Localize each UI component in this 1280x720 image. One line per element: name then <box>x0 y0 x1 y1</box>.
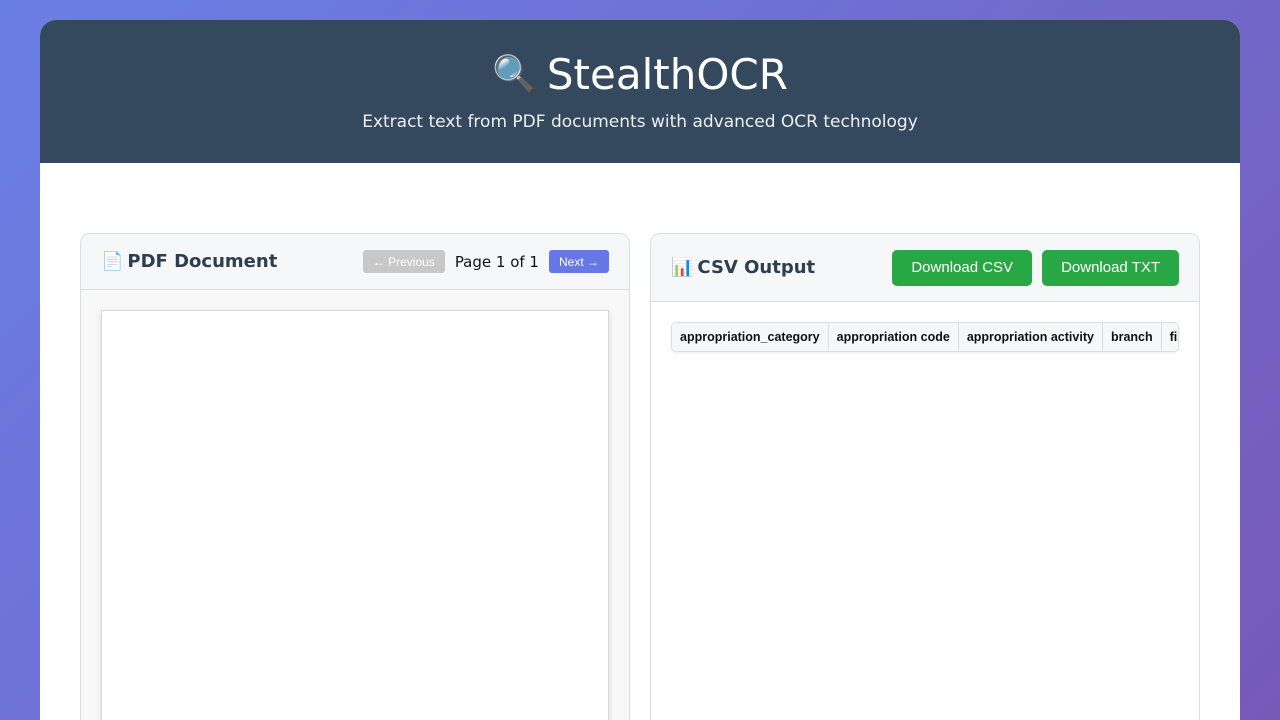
column-header: appropriation activity <box>958 323 1103 351</box>
csv-panel: 📊 CSV Output Download CSV Download TXT a… <box>650 233 1200 720</box>
csv-header-row: appropriation_category appropriation cod… <box>672 323 1178 351</box>
document-icon: 📄 <box>101 251 124 272</box>
column-header: appropriation code <box>828 323 959 351</box>
pdf-panel-header: 📄 PDF Document ← Previous Page 1 of 1 Ne… <box>81 234 629 290</box>
app-title-text: StealthOCR <box>546 50 788 99</box>
app-container: 🔍 StealthOCR Extract text from PDF docum… <box>40 20 1240 720</box>
download-csv-button[interactable]: Download CSV <box>892 249 1033 286</box>
app-subtitle: Extract text from PDF documents with adv… <box>362 112 918 132</box>
download-buttons: Download CSV Download TXT <box>892 249 1179 286</box>
csv-panel-header: 📊 CSV Output Download CSV Download TXT <box>651 234 1199 302</box>
pdf-panel-title-text: PDF Document <box>127 251 278 272</box>
column-header: appropriation_category <box>672 323 829 351</box>
csv-panel-title-text: CSV Output <box>697 257 816 278</box>
pdf-panel-title: 📄 PDF Document <box>101 251 277 272</box>
previous-page-button[interactable]: ← Previous <box>362 250 445 273</box>
page-navigation: ← Previous Page 1 of 1 Next → <box>362 250 609 273</box>
csv-table-container[interactable]: appropriation_category appropriation cod… <box>671 322 1179 352</box>
bar-chart-icon: 📊 <box>671 257 694 278</box>
pdf-panel: 📄 PDF Document ← Previous Page 1 of 1 Ne… <box>80 233 630 720</box>
column-header: branch <box>1102 323 1162 351</box>
csv-panel-title: 📊 CSV Output <box>671 257 815 278</box>
pdf-page-canvas[interactable] <box>101 310 609 720</box>
column-header: fiscal_year <box>1161 323 1178 351</box>
page-indicator: Page 1 of 1 <box>454 252 539 271</box>
csv-table: appropriation_category appropriation cod… <box>672 323 1178 351</box>
app-header: 🔍 StealthOCR Extract text from PDF docum… <box>40 20 1240 163</box>
app-title: 🔍 StealthOCR <box>40 50 1240 100</box>
magnifier-icon: 🔍 <box>492 54 537 95</box>
next-page-button[interactable]: Next → <box>548 250 609 273</box>
download-txt-button[interactable]: Download TXT <box>1042 249 1179 286</box>
